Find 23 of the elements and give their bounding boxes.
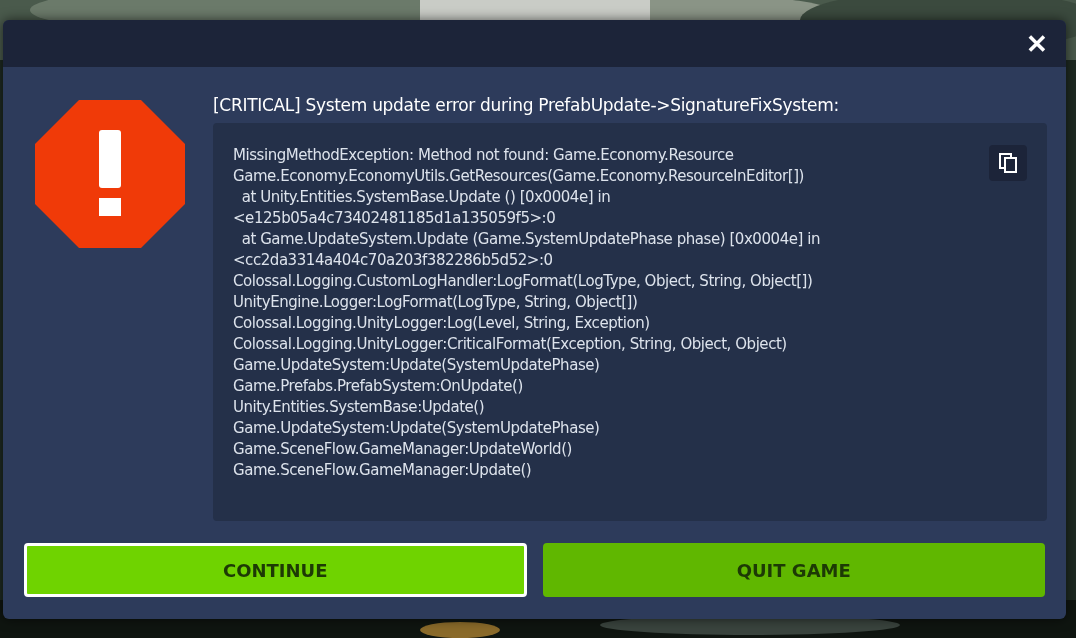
- log-line: Colossal.Logging.UnityLogger:Log(Level, String, Exception): [233, 313, 650, 334]
- log-line: Game.UpdateSystem:Update(SystemUpdatePhase): [233, 418, 600, 439]
- log-line: Game.Prefabs.PrefabSystem:OnUpdate(): [233, 376, 523, 397]
- copy-button[interactable]: [989, 145, 1027, 181]
- log-line: Game.Economy.EconomyUtils.GetResources(Game.Economy.ResourceInEditor[]): [233, 166, 805, 187]
- log-line: Game.SceneFlow.GameManager:UpdateWorld(): [233, 439, 572, 460]
- log-line: Colossal.Logging.UnityLogger:CriticalFormat(Exception, String, Object, Object): [233, 334, 787, 355]
- log-line: Unity.Entities.SystemBase:Update(): [233, 397, 485, 418]
- copy-icon: [999, 153, 1017, 173]
- log-line: at Unity.Entities.SystemBase.Update () [0x0004e] in: [240, 187, 611, 208]
- log-line: UnityEngine.Logger:LogFormat(LogType, String, Object[]): [233, 292, 638, 313]
- error-title: [CRITICAL] System update error during PrefabUpdate->SignatureFixSystem:: [213, 95, 840, 115]
- continue-button[interactable]: CONTINUE: [24, 543, 527, 597]
- log-line: <e125b05a4c73402481185d1a135059f5>:0: [233, 208, 556, 229]
- log-line: <cc2da3314a404c70a203f382286b5d52>:0: [233, 250, 553, 271]
- log-line: Game.UpdateSystem:Update(SystemUpdatePhase): [233, 355, 600, 376]
- log-line: Colossal.Logging.CustomLogHandler:LogFormat(LogType, Object, String, Object[]): [233, 271, 813, 292]
- log-line: MissingMethodException: Method not found: Game.Economy.Resource: [233, 145, 734, 166]
- stop-sign-icon: [35, 100, 185, 248]
- log-line: at Game.UpdateSystem.Update (Game.SystemUpdatePhase phase) [0x0004e] in: [240, 229, 820, 250]
- log-line: Game.SceneFlow.GameManager:Update(): [233, 460, 532, 481]
- quit-button[interactable]: QUIT GAME: [542, 543, 1045, 597]
- close-button[interactable]: ✕: [1026, 30, 1048, 57]
